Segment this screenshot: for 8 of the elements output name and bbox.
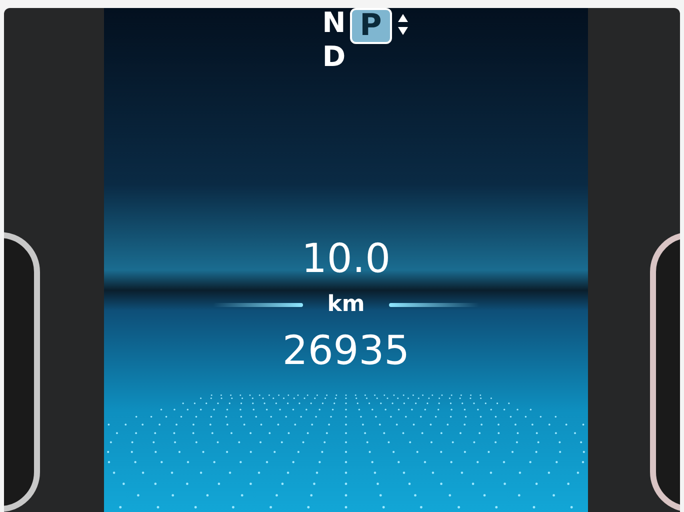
distance-unit: km: [327, 293, 365, 317]
gear-letter: N: [322, 8, 346, 38]
light-streak-icon: [388, 303, 479, 307]
light-streak-icon: [213, 303, 304, 307]
odometer-reading: 26935: [282, 329, 410, 373]
gear-letter: D: [322, 42, 346, 72]
gear-letter: P: [350, 8, 392, 44]
trip-distance: 10.0: [301, 237, 391, 281]
